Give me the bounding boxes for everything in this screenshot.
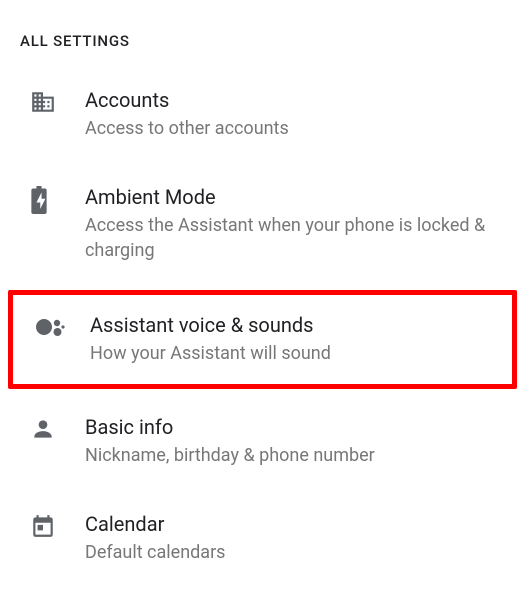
settings-item-subtitle: Access to other accounts [85,116,505,141]
calendar-icon [30,512,85,539]
settings-list: Accounts Access to other accounts Ambien… [0,66,525,587]
settings-item-subtitle: How your Assistant will sound [90,341,500,366]
settings-header: ALL SETTINGS [0,0,525,66]
settings-item-calendar[interactable]: Calendar Default calendars [0,490,525,587]
settings-item-title: Calendar [85,512,505,536]
settings-item-basic-info[interactable]: Basic info Nickname, birthday & phone nu… [0,393,525,490]
business-icon [30,88,85,115]
settings-item-ambient-mode[interactable]: Ambient Mode Access the Assistant when y… [0,163,525,285]
settings-item-title: Assistant voice & sounds [90,313,500,337]
settings-item-subtitle: Access the Assistant when your phone is … [85,213,505,263]
settings-item-subtitle: Nickname, birthday & phone number [85,443,505,468]
assistant-icon [35,313,90,340]
battery-icon [30,185,85,214]
settings-item-title: Basic info [85,415,505,439]
person-icon [30,415,85,442]
settings-item-subtitle: Default calendars [85,540,505,565]
settings-item-assistant-voice[interactable]: Assistant voice & sounds How your Assist… [8,290,517,389]
settings-item-accounts[interactable]: Accounts Access to other accounts [0,66,525,163]
settings-item-title: Accounts [85,88,505,112]
settings-item-title: Ambient Mode [85,185,505,209]
